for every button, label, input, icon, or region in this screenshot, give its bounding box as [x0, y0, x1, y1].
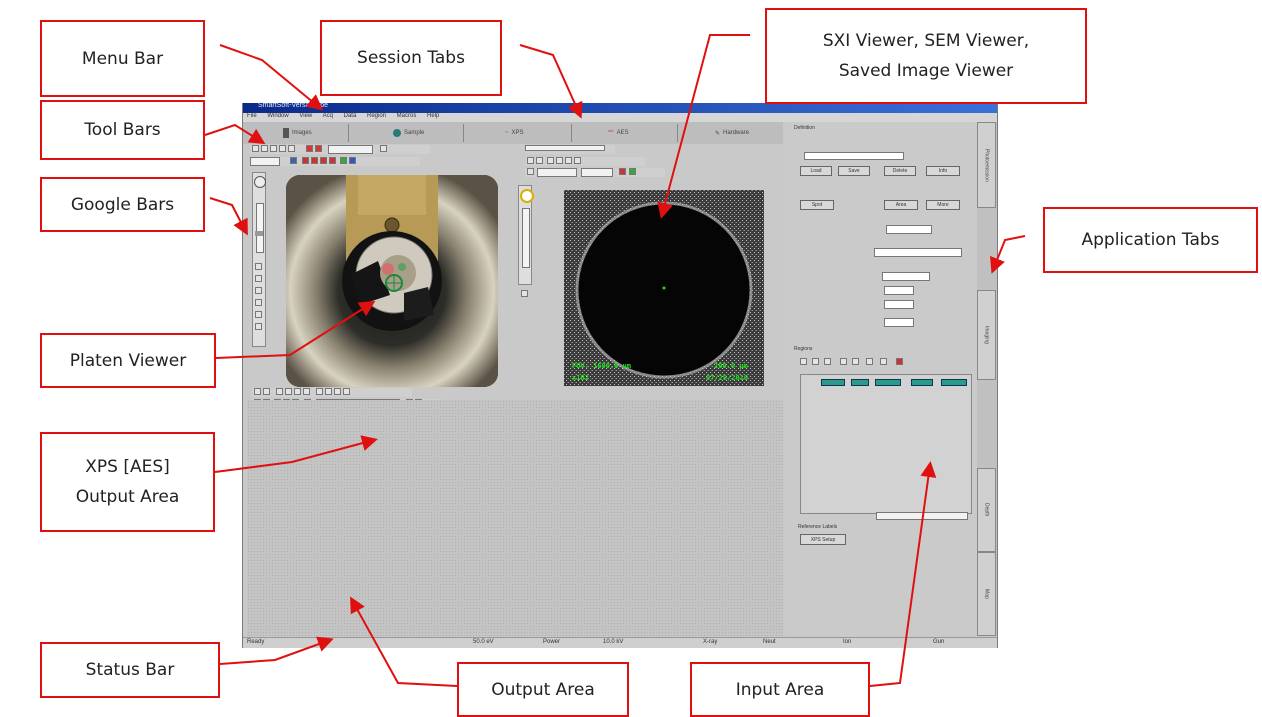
- callout-output-area: Output Area: [457, 662, 629, 717]
- callout-xps-output-line2: Output Area: [75, 487, 180, 507]
- callout-sxi-viewer-line1: SXI Viewer, SEM Viewer,: [822, 31, 1030, 51]
- callout-menu-bar-label: Menu Bar: [81, 48, 164, 69]
- arrow-tool-bars: [204, 123, 266, 145]
- callout-application-tabs-label: Application Tabs: [1081, 230, 1220, 250]
- arrow-input-area: [869, 461, 937, 687]
- callout-output-area-label: Output Area: [491, 679, 595, 700]
- callout-xps-output-line1: XPS [AES]: [85, 457, 170, 477]
- callout-sxi-viewer-line2: Saved Image Viewer: [838, 61, 1014, 81]
- arrow-application-tabs: [990, 235, 1026, 274]
- arrow-session-tabs: [519, 44, 583, 119]
- arrow-google-bars: [209, 197, 248, 236]
- callout-session-tabs: Session Tabs: [320, 20, 502, 96]
- callout-tool-bars: Tool Bars: [40, 100, 205, 160]
- callout-menu-bar: Menu Bar: [40, 20, 205, 97]
- callout-input-area-label: Input Area: [735, 679, 825, 700]
- arrow-menu-bar: [219, 44, 324, 111]
- callout-input-area: Input Area: [690, 662, 870, 717]
- callout-google-bars-label: Google Bars: [70, 194, 175, 215]
- arrow-status-bar: [219, 636, 334, 665]
- arrow-xps-output: [214, 435, 378, 473]
- callout-status-bar-label: Status Bar: [85, 660, 175, 680]
- callout-google-bars: Google Bars: [40, 177, 205, 232]
- callout-sxi-viewer: SXI Viewer, SEM Viewer, Saved Image View…: [765, 8, 1087, 104]
- callout-tool-bars-label: Tool Bars: [84, 120, 161, 140]
- arrow-output-area: [350, 596, 458, 687]
- arrow-sxi-viewer: [657, 34, 750, 219]
- arrow-platen-viewer: [215, 300, 376, 359]
- callout-application-tabs: Application Tabs: [1043, 207, 1258, 273]
- callout-status-bar: Status Bar: [40, 642, 220, 698]
- callout-xps-output: XPS [AES] Output Area: [40, 432, 215, 532]
- callout-session-tabs-label: Session Tabs: [357, 48, 465, 68]
- callout-platen-viewer-label: Platen Viewer: [69, 350, 187, 371]
- callout-platen-viewer: Platen Viewer: [40, 333, 216, 388]
